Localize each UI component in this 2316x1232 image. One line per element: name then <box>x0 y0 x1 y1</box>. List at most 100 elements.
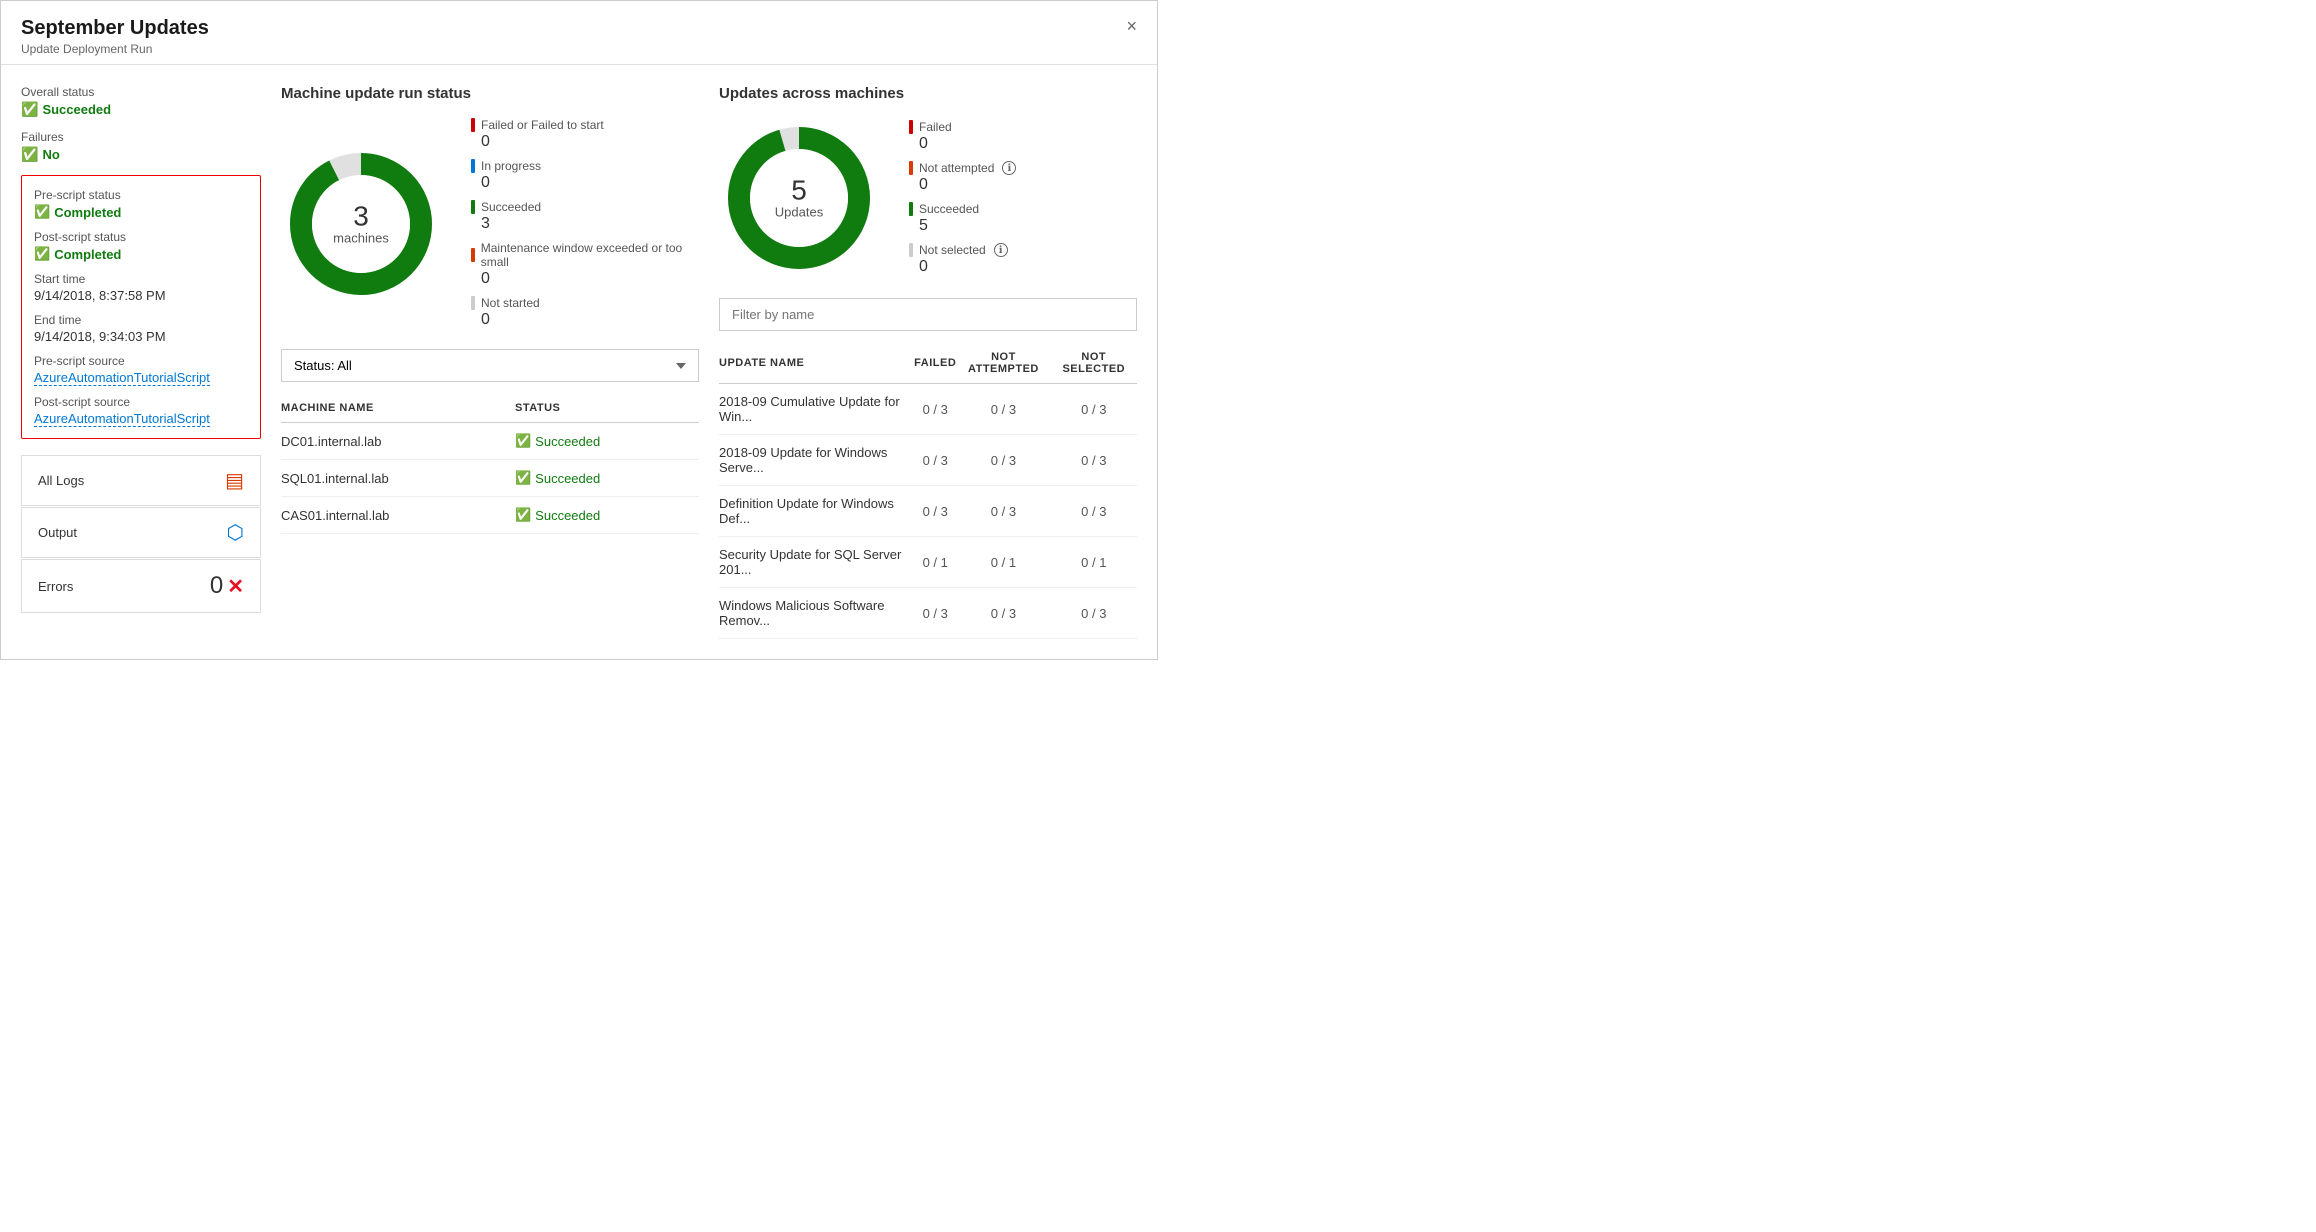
machine-status-cell: ✅ Succeeded <box>515 497 699 534</box>
machine-chart-section: 3 machines Failed or Failed to start 0 <box>281 118 699 329</box>
legend-bar-succeeded-u <box>909 202 913 216</box>
legend-label-succeeded-u: Succeeded <box>919 202 979 216</box>
legend-value-maintenance: 0 <box>481 270 699 288</box>
legend-value-failed: 0 <box>481 133 699 151</box>
all-logs-item[interactable]: All Logs ▤ <box>21 455 261 506</box>
legend-item-succeeded: Succeeded 3 <box>471 200 699 233</box>
legend-label-inprogress: In progress <box>481 159 541 173</box>
post-script-label: Post-script status <box>34 230 248 244</box>
table-row: DC01.internal.lab ✅ Succeeded <box>281 423 699 460</box>
legend-value-notstarted: 0 <box>481 311 699 329</box>
machine-count: 3 <box>333 202 389 230</box>
legend-item-succeeded-u: Succeeded 5 <box>909 202 1016 235</box>
legend-bar-failed <box>471 118 475 132</box>
output-item[interactable]: Output ⬡ <box>21 507 261 558</box>
title-bar: September Updates Update Deployment Run … <box>1 1 1157 65</box>
start-time-value: 9/14/2018, 8:37:58 PM <box>34 288 248 303</box>
update-name-cell: 2018-09 Cumulative Update for Win... <box>719 384 914 435</box>
updates-table: UPDATE NAME FAILED NOT ATTEMPTED NOT SEL… <box>719 343 1137 639</box>
updates-chart-section: 5 Updates Failed 0 <box>719 118 1137 278</box>
update-failed-cell: 0 / 3 <box>914 435 956 486</box>
legend-value-failed-u: 0 <box>919 135 1016 153</box>
updates-donut-center: 5 Updates <box>775 177 823 220</box>
log-sections: All Logs ▤ Output ⬡ Errors 0 ✕ <box>21 455 261 613</box>
update-failed-cell: 0 / 3 <box>914 384 956 435</box>
overall-status-section: Overall status ✅ Succeeded <box>21 85 261 118</box>
updates-panel-title: Updates across machines <box>719 85 1137 102</box>
table-row: 2018-09 Update for Windows Serve... 0 / … <box>719 435 1137 486</box>
pre-script-value: ✅ Completed <box>34 204 248 220</box>
legend-item-notstarted: Not started 0 <box>471 296 699 329</box>
legend-label-notstarted: Not started <box>481 296 540 310</box>
legend-label-maintenance: Maintenance window exceeded or too small <box>481 241 699 269</box>
right-panel: Updates across machines 5 Updates <box>719 85 1137 639</box>
table-row: CAS01.internal.lab ✅ Succeeded <box>281 497 699 534</box>
table-row: Security Update for SQL Server 201... 0 … <box>719 537 1137 588</box>
succeeded-badge: ✅ Succeeded <box>515 470 699 486</box>
post-script-source-item: Post-script source AzureAutomationTutori… <box>34 395 248 426</box>
pre-script-label: Pre-script status <box>34 188 248 202</box>
pre-script-source-link[interactable]: AzureAutomationTutorialScript <box>34 370 210 386</box>
succeeded-badge: ✅ Succeeded <box>515 433 699 449</box>
update-failed-cell: 0 / 3 <box>914 486 956 537</box>
window-subtitle: Update Deployment Run <box>21 42 209 56</box>
legend-label-not-selected: Not selected <box>919 243 986 257</box>
errors-item[interactable]: Errors 0 ✕ <box>21 559 261 613</box>
output-label: Output <box>38 525 77 540</box>
pre-script-check: ✅ <box>34 204 50 220</box>
post-script-source-link[interactable]: AzureAutomationTutorialScript <box>34 411 210 427</box>
pre-script-source-value: AzureAutomationTutorialScript <box>34 370 248 385</box>
update-not-selected-cell: 0 / 1 <box>1051 537 1137 588</box>
update-name-cell: Definition Update for Windows Def... <box>719 486 914 537</box>
legend-item-maintenance: Maintenance window exceeded or too small… <box>471 241 699 288</box>
failures-text: No <box>42 147 59 162</box>
errors-x-icon: ✕ <box>227 574 244 599</box>
legend-value-not-attempted: 0 <box>919 176 1016 194</box>
legend-bar-maintenance <box>471 248 475 262</box>
errors-num: 0 <box>210 572 223 600</box>
legend-bar-succeeded <box>471 200 475 214</box>
not-attempted-info-icon[interactable]: ℹ <box>1002 161 1016 175</box>
legend-bar-failed-u <box>909 120 913 134</box>
update-not-selected-cell: 0 / 3 <box>1051 486 1137 537</box>
end-time-item: End time 9/14/2018, 9:34:03 PM <box>34 313 248 344</box>
pre-script-source-label: Pre-script source <box>34 354 248 368</box>
not-selected-info-icon[interactable]: ℹ <box>994 243 1008 257</box>
update-not-attempted-cell: 0 / 1 <box>956 537 1050 588</box>
table-row: 2018-09 Cumulative Update for Win... 0 /… <box>719 384 1137 435</box>
machine-table: MACHINE NAME STATUS DC01.internal.lab ✅ … <box>281 394 699 534</box>
legend-value-not-selected: 0 <box>919 258 1016 276</box>
update-not-attempted-cell: 0 / 3 <box>956 588 1050 639</box>
legend-bar-notstarted <box>471 296 475 310</box>
update-name-header: UPDATE NAME <box>719 343 914 384</box>
updates-filter-input[interactable] <box>719 298 1137 331</box>
start-time-item: Start time 9/14/2018, 8:37:58 PM <box>34 272 248 303</box>
legend-value-succeeded: 3 <box>481 215 699 233</box>
updates-legend: Failed 0 Not attempted ℹ 0 <box>909 120 1016 276</box>
legend-value-inprogress: 0 <box>481 174 699 192</box>
errors-value: 0 ✕ <box>210 572 244 600</box>
machine-status-filter[interactable]: Status: All <box>281 349 699 382</box>
update-not-selected-cell: 0 / 3 <box>1051 384 1137 435</box>
machine-legend: Failed or Failed to start 0 In progress … <box>471 118 699 329</box>
check-icon: ✅ <box>21 101 38 118</box>
check-icon-2: ✅ <box>21 146 38 163</box>
machine-status-cell: ✅ Succeeded <box>515 460 699 497</box>
machine-donut-center: 3 machines <box>333 202 389 245</box>
legend-label-succeeded: Succeeded <box>481 200 541 214</box>
machine-name-cell: SQL01.internal.lab <box>281 460 515 497</box>
update-failed-header: FAILED <box>914 343 956 384</box>
close-button[interactable]: × <box>1126 17 1137 35</box>
update-not-selected-cell: 0 / 3 <box>1051 588 1137 639</box>
end-time-value: 9/14/2018, 9:34:03 PM <box>34 329 248 344</box>
succeeded-text: Succeeded <box>535 434 600 449</box>
machine-panel-title: Machine update run status <box>281 85 699 102</box>
overall-status-value: ✅ Succeeded <box>21 101 261 118</box>
machine-donut-chart: 3 machines <box>281 144 441 304</box>
end-time-label: End time <box>34 313 248 327</box>
legend-bar-not-selected <box>909 243 913 257</box>
update-not-attempted-cell: 0 / 3 <box>956 384 1050 435</box>
legend-bar-inprogress <box>471 159 475 173</box>
legend-item-failed-u: Failed 0 <box>909 120 1016 153</box>
update-name-cell: 2018-09 Update for Windows Serve... <box>719 435 914 486</box>
